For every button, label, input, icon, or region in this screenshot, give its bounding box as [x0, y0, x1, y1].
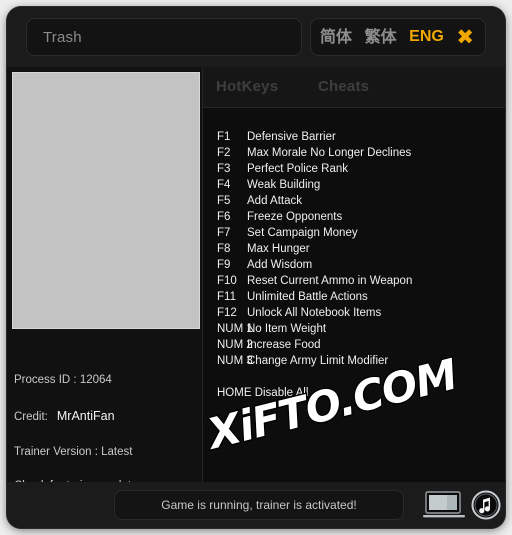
cheat-hotkey: F6: [217, 211, 231, 223]
title-bar: Trash 简体 繁体 ENG ✖: [7, 7, 505, 67]
game-title-field[interactable]: Trash: [26, 18, 302, 56]
cheat-row[interactable]: NUM 2Increase Food: [203, 337, 505, 353]
cheat-row[interactable]: F10 Reset Current Ammo in Weapon: [203, 273, 505, 289]
cheat-label: Set Campaign Money: [247, 227, 358, 239]
credit-row: Credit: MrAntiFan: [14, 409, 199, 425]
status-bar: Game is running, trainer is activated!: [114, 490, 404, 520]
cheat-row[interactable]: F6 Freeze Opponents: [203, 209, 505, 225]
cheat-row[interactable]: F5 Add Attack: [203, 193, 505, 209]
lang-traditional-chinese-button[interactable]: 繁体: [365, 29, 397, 45]
trainer-info-block: Process ID : 12064 Credit: MrAntiFan Trai…: [14, 374, 199, 494]
cheat-hotkey: F7: [217, 227, 231, 239]
credit-value: MrAntiFan: [56, 408, 115, 423]
cheat-hotkey: NUM 3: [217, 355, 253, 367]
cheat-hotkey: F5: [217, 195, 231, 207]
cheat-label: Add Wisdom: [247, 259, 313, 271]
cheat-row[interactable]: F1 Defensive Barrier: [203, 129, 505, 145]
cheat-hotkey: F1: [217, 131, 231, 143]
disable-all-row[interactable]: HOME Disable All: [203, 385, 505, 401]
cheat-row[interactable]: F9 Add Wisdom: [203, 257, 505, 273]
cheat-hotkey: NUM 2: [217, 339, 253, 351]
lang-simplified-chinese-button[interactable]: 简体: [320, 29, 352, 45]
left-panel: Process ID : 12064 Credit: MrAntiFan Trai…: [7, 67, 203, 492]
cheat-label: Add Attack: [247, 195, 302, 207]
cheat-label: Max Morale No Longer Declines: [247, 147, 412, 159]
cheat-row[interactable]: F7 Set Campaign Money: [203, 225, 505, 241]
cheat-hotkey: F10: [217, 275, 237, 287]
cheat-hotkey: F12: [217, 307, 237, 319]
cheat-row[interactable]: F11 Unlimited Battle Actions: [203, 289, 505, 305]
cheat-row[interactable]: F12 Unlock All Notebook Items: [203, 305, 505, 321]
lang-english-button[interactable]: ENG: [409, 29, 444, 45]
cheat-label: Perfect Police Rank: [247, 163, 348, 175]
cheat-label: Unlock All Notebook Items: [247, 307, 382, 319]
language-selector: 简体 繁体 ENG ✖: [310, 18, 486, 56]
cheat-hotkey: F2: [217, 147, 231, 159]
game-cover-image: [12, 72, 200, 329]
cheat-label: Max Hunger: [247, 243, 310, 255]
monitor-icon[interactable]: [423, 491, 465, 520]
cheat-list: F1 Defensive Barrier F2 Max Morale No Long…: [203, 108, 505, 482]
trainer-version-text: Trainer Version : Latest: [14, 445, 133, 458]
cheat-label: Weak Building: [247, 179, 321, 191]
cheat-hotkey: NUM 1: [217, 323, 253, 335]
cheat-hotkey: F3: [217, 163, 231, 175]
cheat-hotkey: F8: [217, 243, 231, 255]
credit-label: Credit:: [14, 410, 48, 423]
cheat-label: Unlimited Battle Actions: [247, 291, 368, 303]
cheat-label: Defensive Barrier: [247, 131, 336, 143]
cheat-hotkey: F9: [217, 259, 231, 271]
cheat-label: Change Army Limit Modifier: [247, 355, 389, 367]
close-icon[interactable]: ✖: [456, 26, 474, 48]
cheat-row[interactable]: F3 Perfect Police Rank: [203, 161, 505, 177]
cheat-row[interactable]: NUM 3Change Army Limit Modifier: [203, 353, 505, 369]
right-panel: HotKeys Cheats F1 Defensive Barrier F2 Max…: [203, 67, 505, 482]
process-id-text: Process ID : 12064: [14, 374, 112, 386]
cheat-row[interactable]: NUM 1No Item Weight: [203, 321, 505, 337]
status-message: Game is running, trainer is activated!: [161, 498, 357, 512]
cheat-label: No Item Weight: [247, 323, 327, 335]
cheat-row[interactable]: F2 Max Morale No Longer Declines: [203, 145, 505, 161]
music-note-icon[interactable]: [471, 490, 501, 520]
tab-cheats[interactable]: Cheats: [318, 78, 369, 95]
cheat-row[interactable]: F8 Max Hunger: [203, 241, 505, 257]
tab-hotkeys[interactable]: HotKeys: [216, 78, 278, 95]
cheat-label: Increase Food: [247, 339, 321, 351]
cheat-hotkey: F4: [217, 179, 231, 191]
bottom-bar: Game is running, trainer is activated!: [7, 482, 505, 528]
cheat-label: Freeze Opponents: [247, 211, 343, 223]
cheat-row[interactable]: F4 Weak Building: [203, 177, 505, 193]
cheat-hotkey: F11: [217, 291, 236, 303]
trainer-window: Trash 简体 繁体 ENG ✖ Process ID : 12064 Cre…: [7, 7, 505, 528]
cheat-label: Reset Current Ammo in Weapon: [247, 275, 413, 287]
tab-bar: HotKeys Cheats: [203, 67, 505, 108]
game-title-text: Trash: [43, 28, 82, 46]
